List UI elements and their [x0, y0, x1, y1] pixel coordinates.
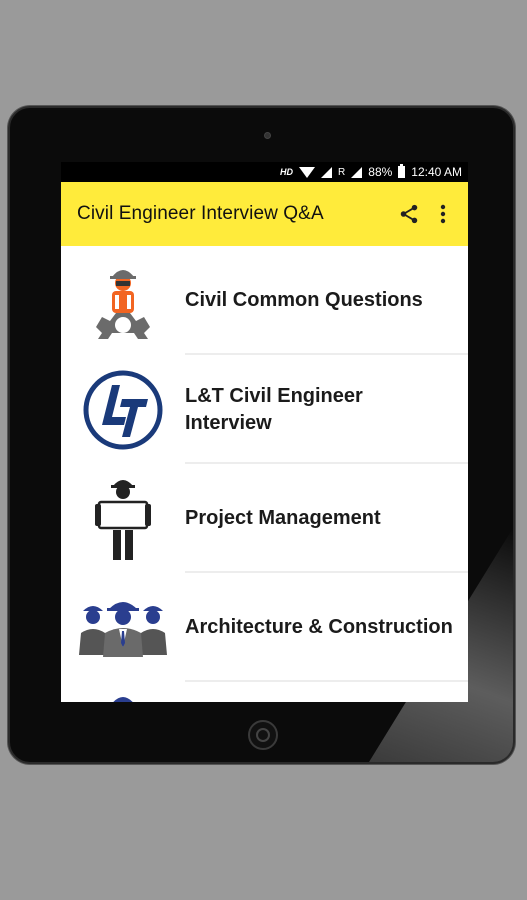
- item-thumb: [61, 355, 185, 464]
- list-item-partial[interactable]: [61, 682, 468, 702]
- list-item-civil-common-questions[interactable]: Civil Common Questions: [61, 246, 468, 355]
- topic-list: Civil Common Questions L&T Civil Enginee…: [61, 246, 468, 702]
- status-bar: HD R 88% 12:40 AM: [61, 162, 468, 182]
- item-label: Project Management: [185, 507, 381, 529]
- home-button[interactable]: [248, 720, 278, 750]
- item-thumb: [61, 573, 185, 682]
- hd-indicator: HD: [280, 167, 294, 177]
- screen: HD R 88% 12:40 AM Civil Engineer Intervi…: [61, 162, 468, 702]
- item-thumb: [61, 682, 185, 702]
- item-label: Architecture & Construction: [185, 616, 453, 638]
- engineers-group-icon: [79, 601, 167, 657]
- home-icon: [256, 728, 270, 742]
- app-title: Civil Engineer Interview Q&A: [77, 203, 324, 224]
- app-bar: Civil Engineer Interview Q&A: [61, 182, 468, 246]
- item-thumb: [61, 464, 185, 573]
- wifi-icon: [299, 166, 316, 178]
- list-item-lt-civil-engineer-interview[interactable]: L&T Civil Engineer Interview: [61, 355, 468, 464]
- item-thumb: [61, 246, 185, 355]
- list-item-architecture-construction[interactable]: Architecture & Construction: [61, 573, 468, 682]
- roaming-indicator: R: [338, 166, 346, 178]
- battery-percent: 88%: [368, 165, 393, 179]
- engineer-gear-icon: [96, 269, 150, 339]
- share-icon: [400, 204, 418, 224]
- clock: 12:40 AM: [411, 165, 462, 179]
- item-label: Civil Common Questions: [185, 289, 423, 311]
- worker-blueprint-icon: [95, 479, 151, 560]
- lt-logo-icon: [83, 370, 163, 449]
- overflow-menu-button[interactable]: [426, 194, 460, 234]
- more-vert-icon: [440, 204, 446, 224]
- signal-icon: [321, 166, 333, 178]
- tablet-frame: HD R 88% 12:40 AM Civil Engineer Intervi…: [8, 106, 515, 764]
- share-button[interactable]: [392, 194, 426, 234]
- signal-icon-2: [351, 166, 363, 178]
- list-item-project-management[interactable]: Project Management: [61, 464, 468, 573]
- helmet-icon: [113, 697, 133, 702]
- item-label: L&T Civil Engineer Interview: [185, 384, 363, 434]
- camera-icon: [264, 132, 271, 139]
- battery-icon: [398, 164, 406, 178]
